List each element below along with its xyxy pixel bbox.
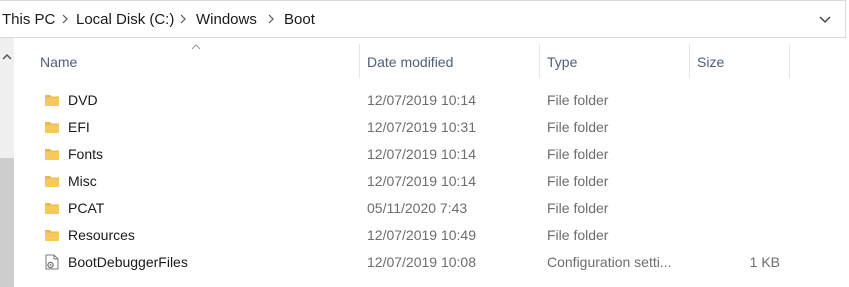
column-header-date-modified[interactable]: Date modified [367, 54, 453, 70]
address-bar[interactable]: This PC Local Disk (C:) Windows Boot [0, 0, 846, 38]
file-date-modified: 12/07/2019 10:14 [367, 92, 476, 108]
chevron-right-icon[interactable] [60, 12, 70, 26]
breadcrumb-this-pc[interactable]: This PC [2, 11, 55, 28]
chevron-right-icon[interactable] [266, 12, 276, 26]
list-item[interactable]: PCAT 05/11/2020 7:43 File folder [14, 195, 794, 222]
column-header-name[interactable]: Name [40, 54, 77, 70]
file-name: EFI [68, 119, 90, 135]
folder-icon [44, 92, 60, 108]
list-item[interactable]: DVD 12/07/2019 10:14 File folder [14, 87, 794, 114]
scroll-up-arrow-icon[interactable] [0, 51, 14, 63]
folder-icon [44, 146, 60, 162]
column-divider[interactable] [789, 44, 790, 78]
list-item[interactable]: BootDebuggerFiles 12/07/2019 10:08 Confi… [14, 249, 794, 276]
file-date-modified: 12/07/2019 10:31 [367, 119, 476, 135]
file-date-modified: 12/07/2019 10:14 [367, 173, 476, 189]
column-divider[interactable] [539, 44, 540, 78]
chevron-down-icon[interactable] [818, 13, 832, 27]
file-date-modified: 12/07/2019 10:14 [367, 146, 476, 162]
column-divider[interactable] [689, 44, 690, 78]
column-divider[interactable] [359, 44, 360, 78]
file-type: File folder [547, 146, 609, 162]
file-type: File folder [547, 92, 609, 108]
file-type: File folder [547, 227, 609, 243]
file-name: PCAT [68, 200, 105, 216]
list-item[interactable]: EFI 12/07/2019 10:31 File folder [14, 114, 794, 141]
chevron-right-icon[interactable] [178, 12, 188, 26]
sort-ascending-icon [190, 43, 202, 51]
folder-icon [44, 119, 60, 135]
list-item[interactable]: Resources 12/07/2019 10:49 File folder [14, 222, 794, 249]
folder-icon [44, 200, 60, 216]
file-size: 1 KB [749, 254, 780, 270]
column-header-type[interactable]: Type [547, 54, 577, 70]
folder-icon [44, 173, 60, 189]
settings-file-icon [44, 254, 60, 270]
file-type: Configuration setti... [547, 254, 672, 270]
list-item[interactable]: Fonts 12/07/2019 10:14 File folder [14, 141, 794, 168]
file-type: File folder [547, 173, 609, 189]
file-name: Fonts [68, 146, 104, 162]
file-name: BootDebuggerFiles [68, 254, 188, 270]
breadcrumb-windows[interactable]: Windows [196, 11, 257, 28]
file-name: Resources [68, 227, 135, 243]
breadcrumb-boot[interactable]: Boot [284, 11, 315, 28]
file-type: File folder [547, 119, 609, 135]
file-type: File folder [547, 200, 609, 216]
file-date-modified: 05/11/2020 7:43 [367, 200, 468, 216]
file-date-modified: 12/07/2019 10:49 [367, 227, 476, 243]
list-item[interactable]: Misc 12/07/2019 10:14 File folder [14, 168, 794, 195]
file-name: Misc [68, 173, 97, 189]
file-name: DVD [68, 92, 98, 108]
breadcrumb-local-disk[interactable]: Local Disk (C:) [76, 11, 174, 28]
column-header-size[interactable]: Size [697, 54, 724, 70]
file-date-modified: 12/07/2019 10:08 [367, 254, 476, 270]
scrollbar-thumb[interactable] [0, 158, 14, 287]
folder-icon [44, 227, 60, 243]
